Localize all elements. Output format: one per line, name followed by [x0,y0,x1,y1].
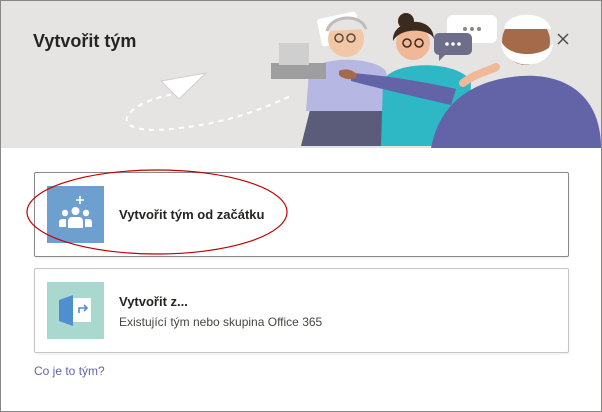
create-from-existing-label: Vytvořit z... [119,294,188,309]
create-from-scratch-label: Vytvořit tým od začátku [119,207,265,222]
create-from-existing-option[interactable]: Vytvořit z... Existující tým nebo skupin… [34,268,569,353]
dialog-header: Vytvořit tým [1,1,601,148]
header-illustration [125,11,601,148]
what-is-team-link[interactable]: Co je to tým? [34,364,105,378]
close-button[interactable] [553,29,573,49]
create-team-dialog: Vytvořit tým Vytvořit tým od začátku Vyt… [0,0,602,412]
team-import-icon [47,282,104,339]
dialog-title: Vytvořit tým [33,31,137,51]
create-from-scratch-option[interactable]: Vytvořit tým od začátku [34,172,569,257]
team-add-icon [47,186,104,243]
close-icon [557,33,569,45]
create-from-existing-description: Existující tým nebo skupina Office 365 [119,315,323,329]
